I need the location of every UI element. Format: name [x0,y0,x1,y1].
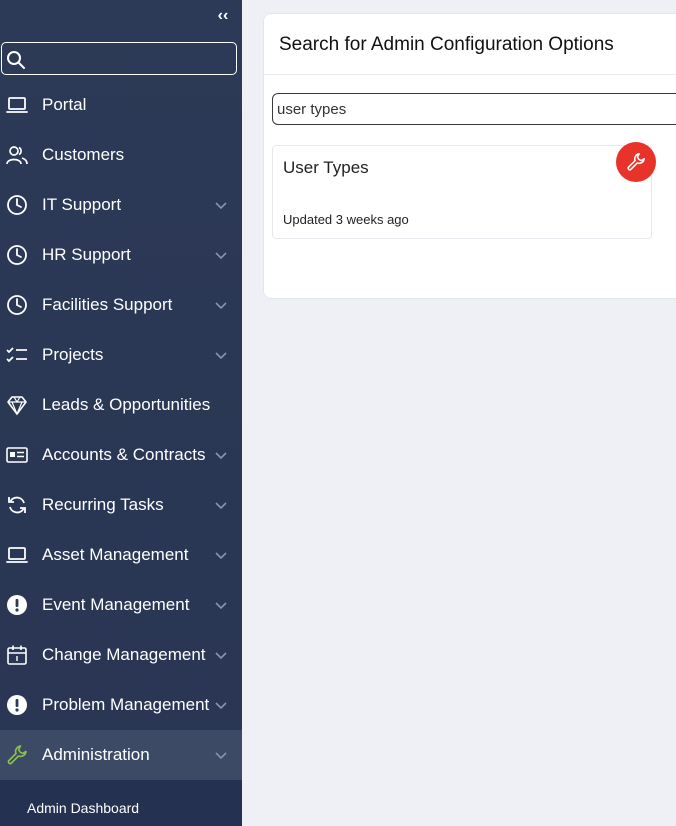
sidebar-item-hr-support[interactable]: HR Support [0,230,242,280]
page-title: Search for Admin Configuration Options [279,34,614,55]
admin-config-search-input[interactable] [277,94,676,124]
chevron-down-icon [215,652,227,660]
sidebar-item-label: Administration [42,745,150,764]
clock-icon [7,295,27,315]
result-title: User Types [283,158,369,177]
sidebar-item-change-management[interactable]: Change Management [0,630,242,680]
sidebar-subitem-admin-dashboard[interactable]: Admin Dashboard [0,780,242,826]
collapse-sidebar-button[interactable]: ‹‹ [212,6,234,26]
alert-circle-icon [7,695,27,715]
wrench-icon [627,153,645,171]
sidebar-item-customers[interactable]: Customers [0,130,242,180]
sidebar-item-it-support[interactable]: IT Support [0,180,242,230]
chevron-down-icon [215,502,227,510]
sidebar-item-accounts-contracts[interactable]: Accounts & Contracts [0,430,242,480]
sidebar-item-label: Leads & Opportunities [42,395,211,414]
id-card-icon [6,447,28,463]
sidebar: ‹‹ Portal Customers IT Support HR Suppor… [0,0,242,826]
chevron-down-icon [215,752,227,760]
calendar-icon [7,645,27,665]
sidebar-item-label: Projects [42,345,104,364]
alert-circle-icon [7,595,27,615]
sidebar-subitem-label: Admin Dashboard [27,800,140,816]
admin-config-search-card: Search for Admin Configuration Options U… [263,13,676,299]
divider [264,74,676,75]
sidebar-item-label: Event Management [42,595,190,614]
sidebar-item-facilities-support[interactable]: Facilities Support [0,280,242,330]
chevron-down-icon [215,352,227,360]
sidebar-search-input[interactable] [30,43,230,74]
sidebar-item-problem-management[interactable]: Problem Management [0,680,242,730]
checklist-icon [6,347,27,363]
sidebar-item-label: Accounts & Contracts [42,445,206,464]
chevron-down-icon [215,202,227,210]
clock-icon [7,245,27,265]
search-result-card[interactable]: User Types Updated 3 weeks ago [272,145,652,239]
diamond-icon [7,396,27,416]
clock-icon [7,195,27,215]
sidebar-item-label: Problem Management [42,695,210,714]
laptop-icon [6,97,28,113]
sidebar-item-label: Customers [42,145,125,164]
sidebar-item-projects[interactable]: Projects [0,330,242,380]
refresh-icon [8,496,26,514]
sidebar-item-label: Change Management [42,645,206,664]
laptop-icon [6,547,28,563]
sidebar-item-recurring-tasks[interactable]: Recurring Tasks [0,480,242,530]
sidebar-item-label: IT Support [42,195,122,214]
sidebar-search[interactable] [1,42,237,75]
chevron-down-icon [215,302,227,310]
sidebar-item-leads-opportunities[interactable]: Leads & Opportunities [0,380,242,430]
chevron-down-icon [215,452,227,460]
sidebar-item-label: Recurring Tasks [42,495,164,514]
sidebar-item-event-management[interactable]: Event Management [0,580,242,630]
sidebar-item-asset-management[interactable]: Asset Management [0,530,242,580]
chevron-down-icon [215,602,227,610]
sidebar-item-label: Asset Management [42,545,189,564]
result-updated: Updated 3 weeks ago [283,212,409,227]
admin-config-search[interactable] [272,93,676,125]
sidebar-item-portal[interactable]: Portal [0,80,242,130]
sidebar-item-administration[interactable]: Administration [0,730,242,780]
chevron-down-icon [215,702,227,710]
result-badge [616,142,656,182]
chevron-down-icon [215,252,227,260]
sidebar-item-label: HR Support [42,245,131,264]
chevron-down-icon [215,552,227,560]
users-icon [6,146,28,165]
search-icon [7,51,25,69]
wrench-icon [7,745,27,765]
sidebar-item-label: Facilities Support [42,295,173,314]
sidebar-item-label: Portal [42,95,87,114]
